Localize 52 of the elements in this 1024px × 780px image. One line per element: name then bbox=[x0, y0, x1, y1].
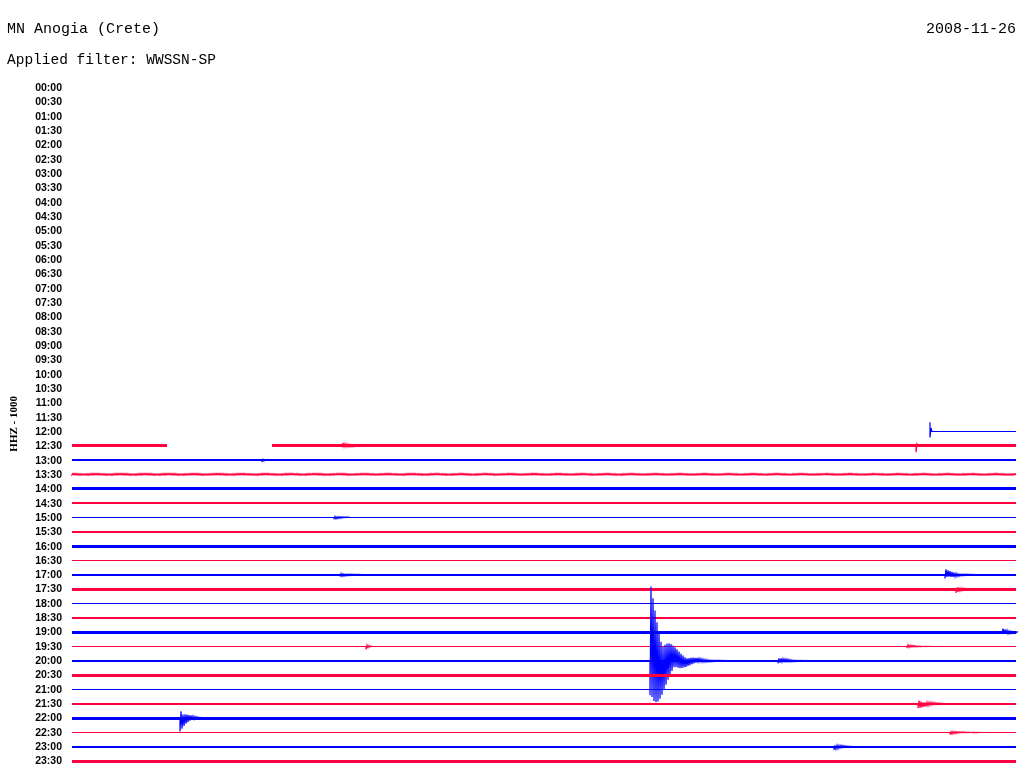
time-label: 22:30 bbox=[34, 724, 62, 740]
time-label: 02:30 bbox=[34, 151, 62, 166]
date-label: 2008-11-26 bbox=[926, 21, 1016, 39]
time-label: 23:00 bbox=[34, 739, 62, 754]
time-label: 05:30 bbox=[34, 237, 62, 252]
time-label: 13:30 bbox=[34, 466, 62, 482]
time-label: 21:30 bbox=[34, 696, 62, 711]
time-label: 09:00 bbox=[34, 337, 62, 353]
time-label: 12:30 bbox=[34, 438, 62, 453]
time-label: 20:00 bbox=[34, 653, 62, 668]
time-label: 10:00 bbox=[34, 366, 62, 381]
time-label: 05:00 bbox=[34, 223, 62, 238]
time-label: 08:30 bbox=[34, 323, 62, 338]
time-label: 01:00 bbox=[34, 108, 62, 123]
station-title: MN Anogia (Crete) bbox=[7, 21, 161, 39]
time-label: 04:30 bbox=[34, 208, 62, 224]
time-label: 09:30 bbox=[34, 352, 62, 367]
time-label: 20:30 bbox=[34, 667, 62, 682]
time-label: 00:30 bbox=[34, 94, 62, 109]
time-label: 16:00 bbox=[34, 538, 62, 553]
time-label: 19:30 bbox=[34, 638, 62, 654]
time-label: 03:00 bbox=[34, 165, 62, 181]
time-label: 08:00 bbox=[34, 309, 62, 324]
time-label: 19:00 bbox=[34, 624, 62, 639]
time-label: 16:30 bbox=[34, 552, 62, 568]
time-label: 10:30 bbox=[34, 380, 62, 396]
time-label: 00:00 bbox=[34, 80, 62, 95]
time-label: 11:30 bbox=[34, 409, 62, 424]
time-label: 18:30 bbox=[34, 610, 62, 625]
time-label: 11:00 bbox=[34, 395, 62, 410]
time-label: 22:00 bbox=[34, 710, 62, 725]
time-label: 18:00 bbox=[34, 595, 62, 611]
time-label: 15:30 bbox=[34, 524, 62, 539]
time-label: 23:30 bbox=[34, 753, 62, 768]
time-label: 17:00 bbox=[34, 567, 62, 582]
time-label: 02:00 bbox=[34, 137, 62, 152]
time-label: 06:00 bbox=[34, 251, 62, 267]
time-label: 21:00 bbox=[34, 681, 62, 697]
time-label: 06:30 bbox=[34, 266, 62, 281]
time-label: 07:30 bbox=[34, 294, 62, 310]
time-label: 17:30 bbox=[34, 581, 62, 596]
time-label: 12:00 bbox=[34, 423, 62, 439]
time-label: 15:00 bbox=[34, 509, 62, 525]
time-label: 07:00 bbox=[34, 280, 62, 295]
time-label: 13:00 bbox=[34, 452, 62, 467]
channel-label: HHZ - 1000 bbox=[7, 396, 19, 452]
time-label: 01:30 bbox=[34, 123, 62, 138]
time-label: 04:00 bbox=[34, 194, 62, 209]
time-label: 14:30 bbox=[34, 495, 62, 510]
time-label: 03:30 bbox=[34, 180, 62, 195]
time-label: 14:00 bbox=[34, 481, 62, 496]
filter-label: Applied filter: WWSSN-SP bbox=[6, 51, 217, 69]
